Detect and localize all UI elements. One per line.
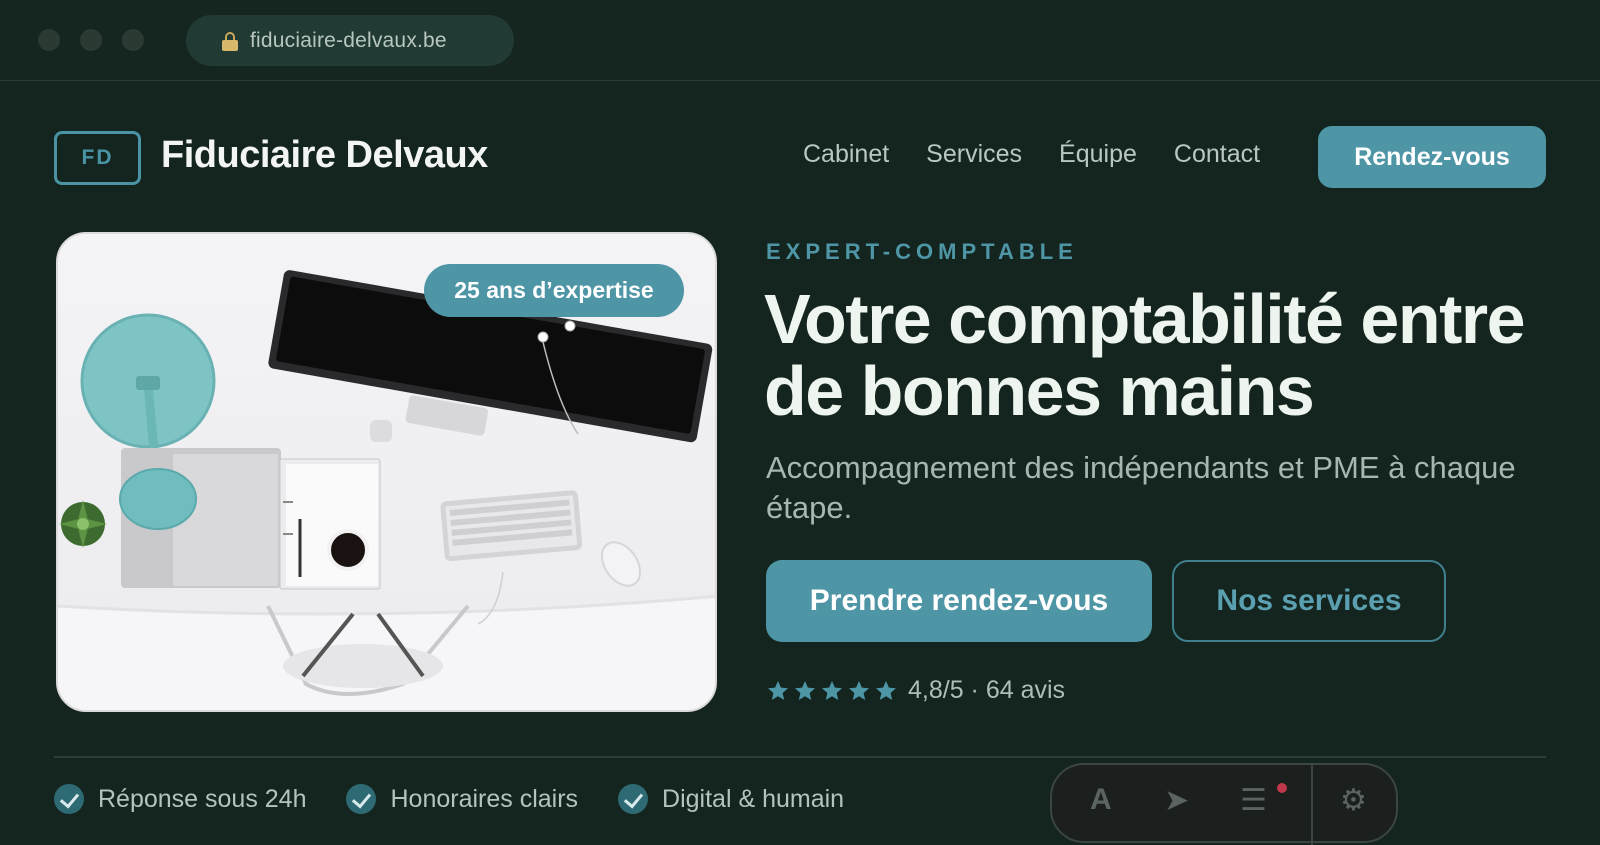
star-icon — [795, 680, 815, 700]
floating-toolbar: A ➤ ☰ ⚙ — [1050, 763, 1398, 845]
window-zoom-dot[interactable] — [122, 29, 144, 51]
star-icon — [876, 680, 896, 700]
nav-item-cabinet[interactable]: Cabinet — [803, 140, 889, 169]
feature-item: Honoraires clairs — [346, 784, 578, 814]
hero-eyebrow: EXPERT-COMPTABLE — [766, 239, 1078, 264]
star-rating — [766, 679, 898, 703]
section-divider — [54, 756, 1546, 758]
star-icon — [822, 680, 842, 700]
experience-badge: 25 ans d’expertise — [424, 264, 684, 317]
address-bar[interactable]: fiduciaire-delvaux.be — [186, 15, 514, 66]
main-nav: Cabinet Services Équipe Contact — [803, 140, 1297, 169]
toolbar-separator — [1311, 765, 1313, 845]
check-icon — [618, 784, 649, 814]
send-icon[interactable]: ➤ — [1164, 783, 1189, 818]
nav-item-contact[interactable]: Contact — [1174, 140, 1260, 169]
window-minimize-dot[interactable] — [80, 29, 102, 51]
logo-mark[interactable]: FD — [54, 131, 141, 185]
lock-icon — [222, 31, 238, 51]
window-close-dot[interactable] — [38, 29, 60, 51]
prendre-rendez-vous-button[interactable]: Prendre rendez-vous — [766, 560, 1152, 642]
star-icon — [768, 680, 788, 700]
list-icon[interactable]: ☰ — [1240, 783, 1267, 818]
brand-name[interactable]: Fiduciaire Delvaux — [161, 134, 488, 177]
rating-summary: 4,8/5 · 64 avis — [766, 676, 1065, 705]
nav-item-services[interactable]: Services — [926, 140, 1022, 169]
rating-text: 4,8/5 · 64 avis — [908, 676, 1066, 704]
feature-label: Honoraires clairs — [390, 784, 579, 813]
gear-icon[interactable]: ⚙ — [1340, 783, 1367, 818]
nos-services-button[interactable]: Nos services — [1172, 560, 1446, 642]
feature-list: Réponse sous 24h Honoraires clairs Digit… — [54, 784, 884, 814]
text-tool-icon[interactable]: A — [1090, 783, 1112, 817]
notification-dot — [1277, 783, 1287, 793]
feature-item: Réponse sous 24h — [54, 784, 306, 814]
star-icon — [849, 680, 869, 700]
check-icon — [346, 784, 377, 814]
browser-chrome: fiduciaire-delvaux.be — [0, 0, 1600, 81]
check-icon — [54, 784, 84, 814]
hero-subheading: Accompagnement des indépendants et PME à… — [766, 450, 1516, 525]
feature-item: Digital & humain — [618, 784, 844, 814]
feature-label: Digital & humain — [662, 784, 845, 813]
feature-label: Réponse sous 24h — [98, 784, 307, 813]
hero-headline: Votre comptabilité entre de bonnes mains — [764, 280, 1526, 430]
nav-item-equipe[interactable]: Équipe — [1059, 140, 1137, 169]
rendez-vous-button[interactable]: Rendez-vous — [1318, 126, 1546, 188]
url-text: fiduciaire-delvaux.be — [250, 28, 447, 52]
